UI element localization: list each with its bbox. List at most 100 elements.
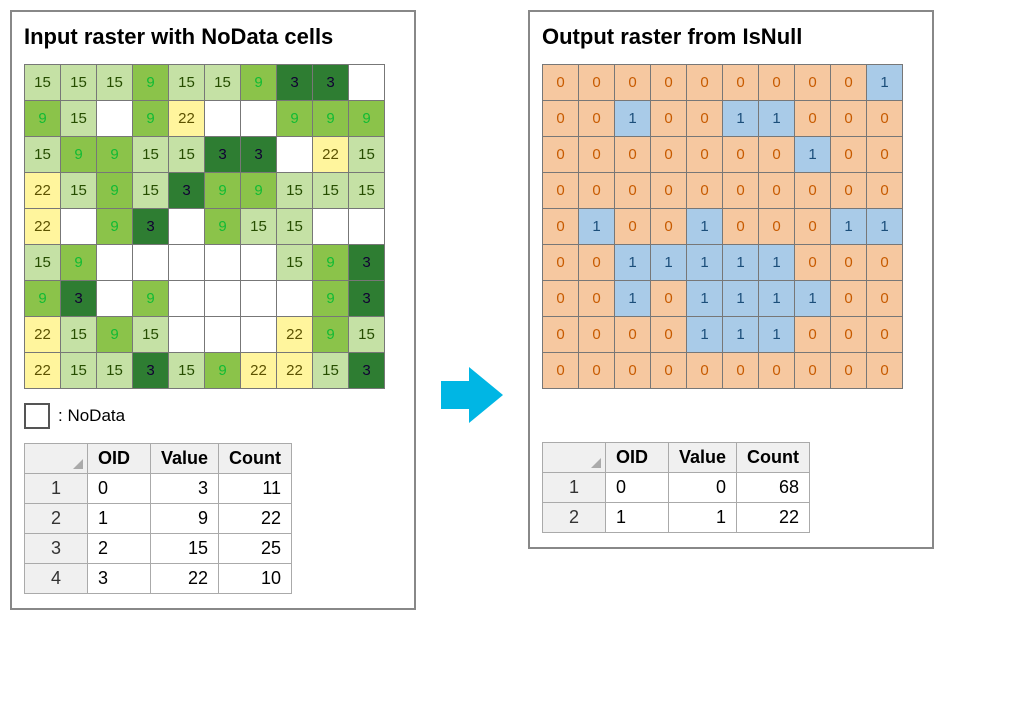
raster-cell: 9 xyxy=(97,317,132,352)
table-header: Count xyxy=(219,444,292,474)
table-cell: 68 xyxy=(737,473,810,503)
raster-cell: 0 xyxy=(831,173,866,208)
arrow-icon xyxy=(441,363,503,427)
raster-cell: 0 xyxy=(543,209,578,244)
raster-cell: 15 xyxy=(61,173,96,208)
table-row: 21122 xyxy=(543,503,810,533)
raster-cell xyxy=(169,281,204,316)
raster-cell xyxy=(169,317,204,352)
raster-cell: 15 xyxy=(133,317,168,352)
raster-cell: 0 xyxy=(795,209,830,244)
raster-cell: 0 xyxy=(795,65,830,100)
raster-cell: 22 xyxy=(25,209,60,244)
raster-cell: 0 xyxy=(831,137,866,172)
raster-cell: 0 xyxy=(831,101,866,136)
raster-cell: 0 xyxy=(723,137,758,172)
table-cell: 22 xyxy=(737,503,810,533)
raster-cell: 0 xyxy=(651,353,686,388)
raster-cell: 1 xyxy=(759,245,794,280)
raster-cell: 15 xyxy=(133,137,168,172)
raster-cell: 1 xyxy=(795,281,830,316)
raster-cell: 0 xyxy=(687,137,722,172)
table-cell: 10 xyxy=(219,564,292,594)
raster-cell: 22 xyxy=(313,137,348,172)
raster-cell: 0 xyxy=(615,137,650,172)
table-cell: 3 xyxy=(151,474,219,504)
raster-cell: 15 xyxy=(25,245,60,280)
raster-cell: 15 xyxy=(97,65,132,100)
raster-cell: 15 xyxy=(169,65,204,100)
table-header: Value xyxy=(151,444,219,474)
table-cell: 11 xyxy=(219,474,292,504)
raster-cell: 0 xyxy=(543,65,578,100)
raster-cell: 0 xyxy=(543,101,578,136)
table-cell: 2 xyxy=(88,534,151,564)
raster-cell: 0 xyxy=(687,101,722,136)
raster-cell: 3 xyxy=(61,281,96,316)
raster-cell: 0 xyxy=(759,353,794,388)
raster-cell: 0 xyxy=(651,101,686,136)
raster-cell: 3 xyxy=(133,353,168,388)
raster-cell: 15 xyxy=(61,317,96,352)
raster-cell: 15 xyxy=(205,65,240,100)
raster-cell: 15 xyxy=(277,245,312,280)
raster-cell: 9 xyxy=(133,65,168,100)
raster-cell: 1 xyxy=(687,281,722,316)
raster-cell: 0 xyxy=(579,245,614,280)
raster-cell: 0 xyxy=(615,353,650,388)
input-raster-grid: 1515159151593391592299915991515332215221… xyxy=(24,64,385,389)
table-corner xyxy=(25,444,88,474)
table-row: 432210 xyxy=(25,564,292,594)
raster-cell xyxy=(277,137,312,172)
raster-cell: 15 xyxy=(169,353,204,388)
row-number: 1 xyxy=(25,474,88,504)
raster-cell: 15 xyxy=(277,173,312,208)
raster-cell: 1 xyxy=(687,317,722,352)
raster-cell: 15 xyxy=(349,137,384,172)
table-cell: 0 xyxy=(88,474,151,504)
raster-cell: 3 xyxy=(349,245,384,280)
raster-cell: 0 xyxy=(651,209,686,244)
raster-cell: 9 xyxy=(277,101,312,136)
table-cell: 0 xyxy=(606,473,669,503)
raster-cell: 0 xyxy=(615,317,650,352)
row-number: 1 xyxy=(543,473,606,503)
raster-cell: 3 xyxy=(241,137,276,172)
table-row: 321525 xyxy=(25,534,292,564)
table-row: 10068 xyxy=(543,473,810,503)
raster-cell: 0 xyxy=(867,173,902,208)
raster-cell: 9 xyxy=(205,173,240,208)
table-corner xyxy=(543,443,606,473)
raster-cell: 1 xyxy=(795,137,830,172)
raster-cell xyxy=(241,281,276,316)
raster-cell: 15 xyxy=(313,353,348,388)
raster-cell: 0 xyxy=(579,317,614,352)
raster-cell: 1 xyxy=(723,317,758,352)
row-number: 4 xyxy=(25,564,88,594)
raster-cell: 1 xyxy=(831,209,866,244)
raster-cell: 3 xyxy=(349,281,384,316)
raster-cell xyxy=(241,101,276,136)
raster-cell: 1 xyxy=(867,209,902,244)
diagram-wrap: Input raster with NoData cells 151515915… xyxy=(10,10,1014,610)
row-number: 2 xyxy=(25,504,88,534)
raster-cell: 9 xyxy=(241,173,276,208)
raster-cell: 15 xyxy=(133,173,168,208)
raster-cell: 0 xyxy=(867,101,902,136)
raster-cell: 0 xyxy=(543,281,578,316)
output-attribute-table: OIDValueCount1006821122 xyxy=(542,442,810,533)
output-panel: Output raster from IsNull 00000000010010… xyxy=(528,10,934,549)
raster-cell: 3 xyxy=(313,65,348,100)
table-header: Value xyxy=(669,443,737,473)
raster-cell: 9 xyxy=(205,353,240,388)
raster-cell xyxy=(169,209,204,244)
table-cell: 22 xyxy=(219,504,292,534)
raster-cell: 1 xyxy=(723,245,758,280)
raster-cell: 1 xyxy=(723,101,758,136)
raster-cell: 1 xyxy=(867,65,902,100)
raster-cell: 0 xyxy=(615,173,650,208)
row-number: 2 xyxy=(543,503,606,533)
raster-cell: 0 xyxy=(831,353,866,388)
raster-cell xyxy=(97,245,132,280)
raster-cell: 0 xyxy=(543,353,578,388)
